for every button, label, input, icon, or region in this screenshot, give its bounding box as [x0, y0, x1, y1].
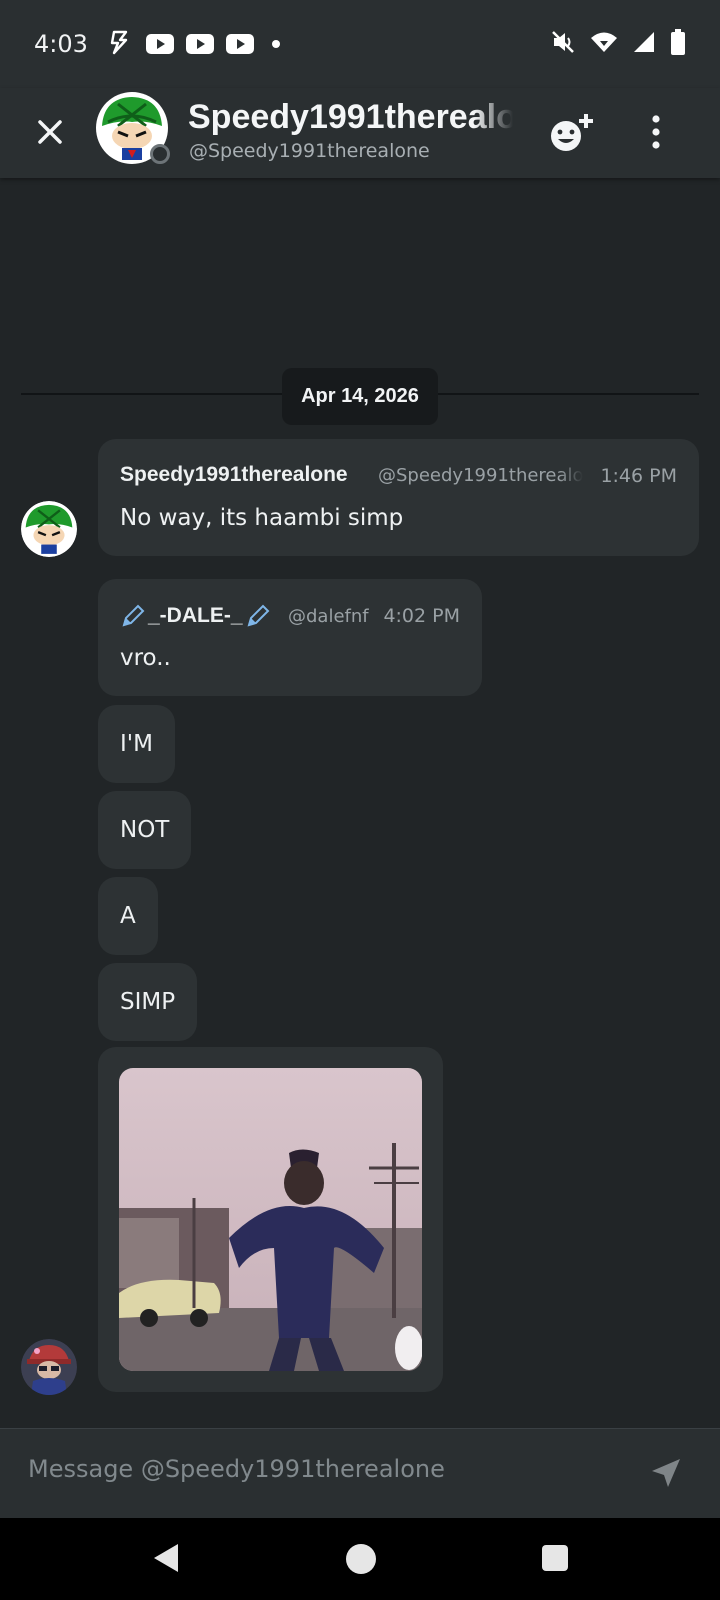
- more-vertical-icon: [652, 115, 660, 149]
- message-text: SIMP: [120, 989, 176, 1015]
- avatar[interactable]: [21, 1339, 77, 1395]
- status-time: 4:03: [34, 30, 88, 58]
- battery-icon: [670, 29, 686, 59]
- dm-header: Speedy1991therealone @Speedy1991therealo…: [0, 88, 720, 178]
- flash-icon: [106, 28, 134, 60]
- message-composer: Message @Speedy1991therealone: [0, 1428, 720, 1518]
- message-input[interactable]: Message @Speedy1991therealone: [28, 1455, 445, 1483]
- mute-icon: [550, 29, 576, 59]
- date-divider: Apr 14, 2026: [282, 368, 438, 425]
- more-options-button[interactable]: [640, 110, 672, 154]
- message-bubble[interactable]: _-DALE-_ @dalefnf 4:02 PM vro..: [98, 579, 482, 696]
- add-to-dm-button[interactable]: [548, 110, 596, 154]
- signal-icon: [632, 30, 656, 58]
- pencil-icon: [122, 604, 145, 627]
- message-bubble[interactable]: Speedy1991therealone @Speedy1991therealo…: [98, 439, 699, 556]
- message-author-handle: @dalefnf: [288, 606, 369, 627]
- youtube-icon: [185, 34, 214, 54]
- recipient-handle: @Speedy1991therealone: [189, 140, 430, 162]
- page-title[interactable]: Speedy1991therealone: [188, 98, 513, 137]
- message-bubble[interactable]: [98, 1047, 443, 1392]
- message-bubble[interactable]: SIMP: [98, 963, 198, 1041]
- nav-home-button[interactable]: [346, 1544, 376, 1574]
- author-avatar-image: [21, 1339, 77, 1395]
- send-icon: [652, 1459, 680, 1487]
- message-author-group[interactable]: _-DALE-_: [120, 603, 271, 629]
- status-bar: 4:03: [0, 0, 720, 88]
- message-bubble[interactable]: A: [98, 877, 158, 955]
- avatar[interactable]: [21, 501, 77, 557]
- presence-status-indicator: [150, 144, 170, 164]
- wifi-icon: [590, 30, 618, 58]
- send-button[interactable]: [648, 1455, 684, 1491]
- gif-image: [119, 1068, 422, 1371]
- nav-recents-button[interactable]: [542, 1545, 568, 1571]
- message-timestamp: 4:02 PM: [383, 605, 460, 627]
- author-avatar-image: [21, 501, 77, 557]
- pencil-icon: [247, 604, 269, 627]
- message-text: A: [120, 903, 136, 929]
- dot-icon: [271, 40, 280, 48]
- message-text: NOT: [120, 817, 170, 843]
- message-timestamp: 1:46 PM: [600, 465, 677, 487]
- message-bubble[interactable]: I'M: [98, 705, 175, 783]
- add-emoji-person-icon: [551, 114, 593, 151]
- close-icon: [38, 120, 62, 144]
- message-text: vro..: [120, 645, 171, 671]
- message-bubble[interactable]: NOT: [98, 791, 192, 869]
- message-author-handle: @Speedy1991therealone: [378, 465, 583, 486]
- system-nav-bar: [0, 1518, 720, 1600]
- message-author[interactable]: _-DALE-_: [148, 604, 243, 628]
- gif-attachment[interactable]: [119, 1068, 422, 1371]
- youtube-icon: [145, 34, 174, 54]
- nav-back-button[interactable]: [150, 1540, 180, 1580]
- message-text: No way, its haambi simp: [120, 505, 404, 531]
- close-button[interactable]: [30, 112, 70, 152]
- message-author[interactable]: Speedy1991therealone: [120, 463, 348, 487]
- youtube-icon: [225, 34, 254, 54]
- back-triangle-icon: [154, 1544, 178, 1572]
- message-text: I'M: [120, 731, 153, 757]
